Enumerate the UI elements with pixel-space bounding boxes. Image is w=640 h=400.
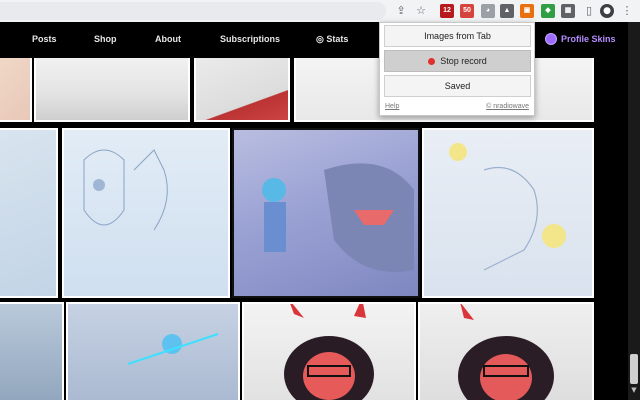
page-scrollbar[interactable]: [628, 22, 640, 400]
ext-orange-icon[interactable]: ▣: [520, 4, 534, 18]
stop-record-button[interactable]: Stop record: [384, 50, 531, 72]
ext-ghost-icon[interactable]: ▲: [500, 4, 514, 18]
browser-toolbar: ⇪ ☆ 12 50 ◕ ▲ ▣ ◆ ▦ ▯ ● ⋮: [0, 0, 640, 22]
gallery-thumb[interactable]: [0, 58, 32, 122]
ext-cat-icon[interactable]: ◕: [481, 4, 495, 18]
gallery-thumb[interactable]: [62, 128, 230, 298]
sidepanel-icon[interactable]: ▯: [582, 4, 596, 18]
images-from-tab-label: Images from Tab: [424, 31, 491, 41]
popup-footer: Help © nradiowave: [384, 103, 531, 115]
gallery-thumb[interactable]: [232, 128, 420, 298]
thumb-art: [127, 333, 219, 365]
ext-green-icon[interactable]: ◆: [541, 4, 555, 18]
site-nav: Posts Shop About Subscriptions ◎ Stats P…: [0, 22, 640, 58]
nav-shop[interactable]: Shop: [94, 34, 117, 44]
images-from-tab-button[interactable]: Images from Tab: [384, 25, 531, 47]
help-link[interactable]: Help: [385, 103, 399, 110]
ext-tab-icon[interactable]: 50: [460, 4, 474, 18]
gallery-thumb[interactable]: [194, 58, 290, 122]
share-icon[interactable]: ⇪: [394, 4, 408, 18]
gallery-thumb[interactable]: [34, 58, 190, 122]
saved-button[interactable]: Saved: [384, 75, 531, 97]
scroll-down-arrow-icon[interactable]: ▼: [630, 386, 638, 396]
recorder-popup: Images from Tab Stop record Saved Help ©…: [379, 22, 535, 116]
ext-grid-icon[interactable]: ▦: [561, 4, 575, 18]
nav-stats-label: Stats: [326, 34, 349, 44]
thumb-sketch: [449, 143, 566, 271]
record-dot-icon: [428, 57, 436, 65]
address-bar[interactable]: [0, 2, 386, 20]
ext-red-icon[interactable]: 12: [440, 4, 454, 18]
thumb-sketch: [83, 149, 168, 231]
gallery-thumb[interactable]: [242, 302, 416, 400]
menu-icon[interactable]: ⋮: [620, 4, 634, 18]
gallery-thumb[interactable]: [0, 302, 64, 400]
ext-badge: 50: [463, 7, 471, 14]
nav-posts[interactable]: Posts: [32, 34, 57, 44]
thumb-shark-art: [262, 163, 414, 272]
star-icon[interactable]: ☆: [414, 4, 428, 18]
profile-skins-label: Profile Skins: [561, 34, 616, 44]
gallery-thumb[interactable]: [66, 302, 240, 400]
stop-record-label: Stop record: [440, 56, 487, 66]
scrollbar-thumb[interactable]: [630, 354, 638, 384]
nav-stats[interactable]: ◎ Stats: [316, 34, 348, 45]
nav-about[interactable]: About: [155, 34, 181, 44]
palette-icon: [545, 33, 557, 45]
gallery-thumb[interactable]: [0, 128, 58, 298]
profile-icon[interactable]: ●: [600, 4, 614, 18]
gallery-thumb[interactable]: [418, 302, 594, 400]
saved-label: Saved: [444, 81, 471, 91]
gallery-thumb[interactable]: [422, 128, 594, 298]
stats-icon: ◎: [316, 34, 327, 44]
profile-skins-link[interactable]: Profile Skins: [545, 31, 616, 47]
ext-badge: 12: [443, 7, 451, 14]
thumb-demon-art: [284, 304, 374, 400]
nav-subscriptions[interactable]: Subscriptions: [220, 34, 280, 44]
credit-link[interactable]: © nradiowave: [486, 103, 529, 110]
thumb-demon-art: [458, 304, 554, 400]
